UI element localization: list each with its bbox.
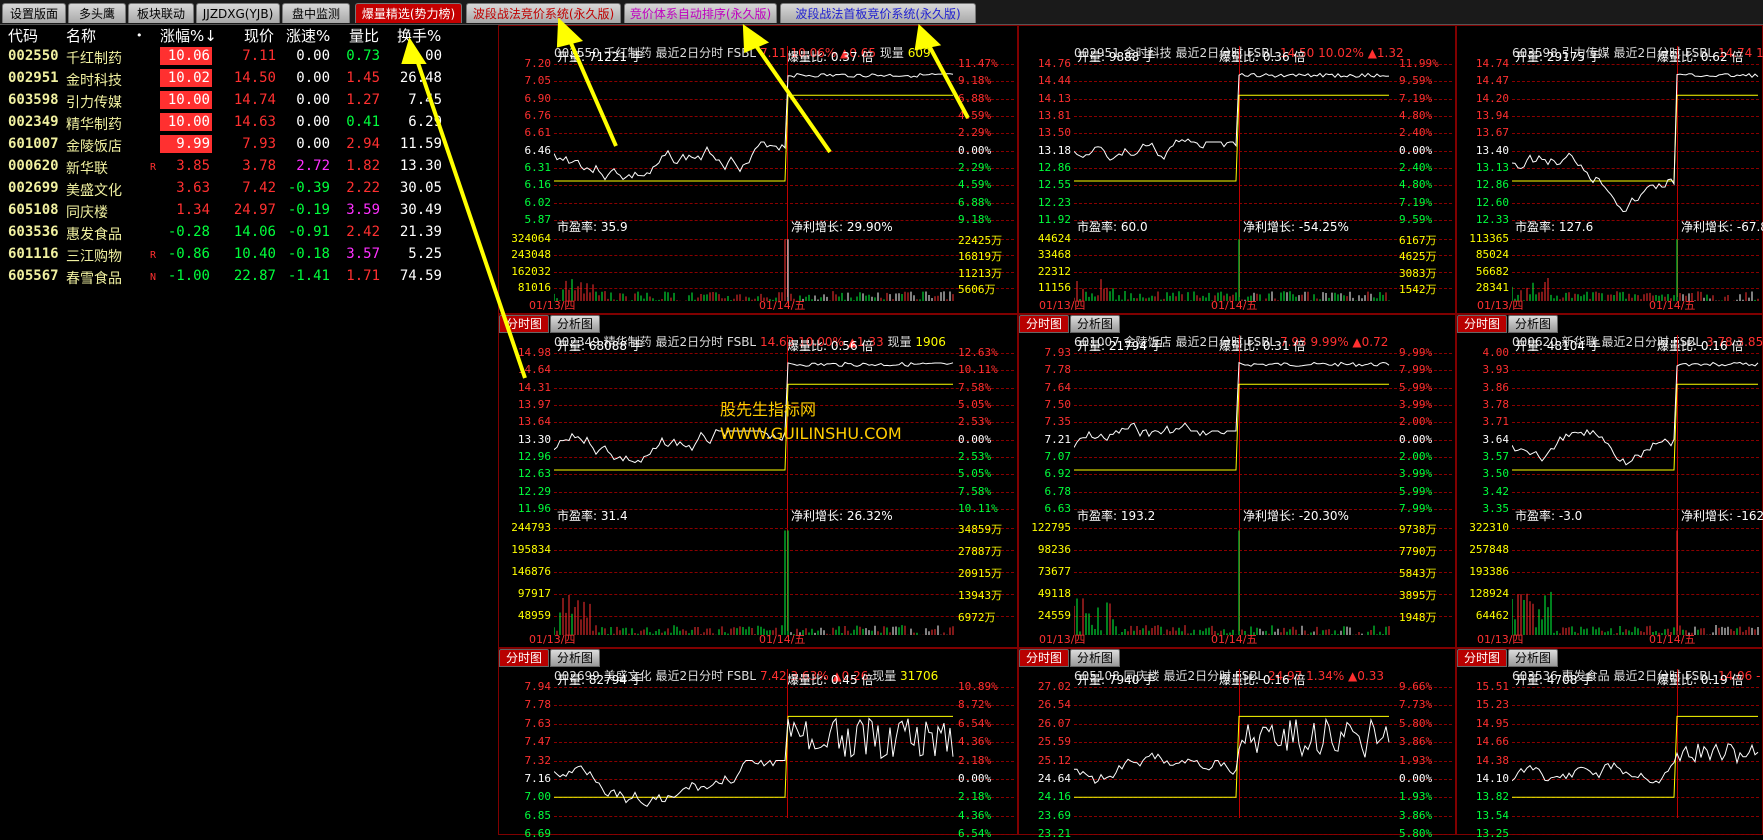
- annotation-arrows: [401, 17, 970, 379]
- arrow-4-head: [401, 37, 427, 64]
- arrow-2-head: [742, 24, 770, 53]
- arrow-3-head: [914, 23, 942, 51]
- arrow-2: [750, 38, 832, 154]
- arrow-3: [924, 39, 970, 119]
- arrow-4: [413, 53, 527, 379]
- arrow-1: [565, 33, 618, 147]
- arrow-1-head: [556, 17, 584, 48]
